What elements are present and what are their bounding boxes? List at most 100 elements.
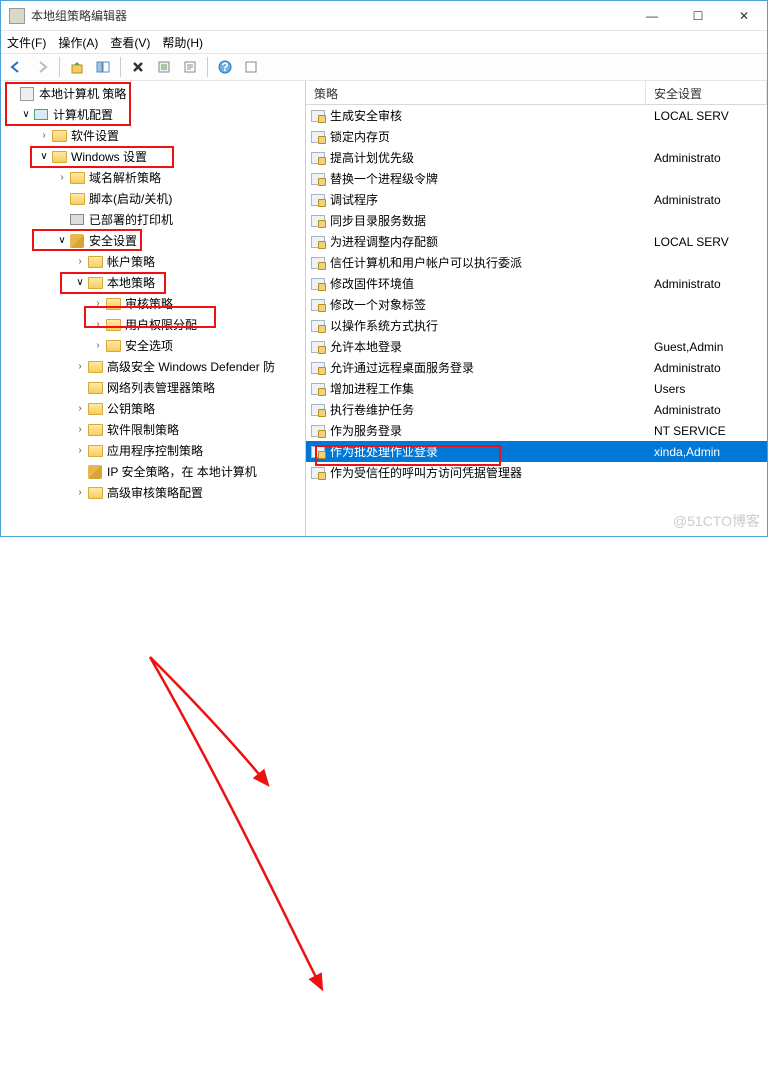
policy-row[interactable]: 为进程调整内存配额LOCAL SERV xyxy=(306,231,767,252)
policy-row[interactable]: 提高计划优先级Administrato xyxy=(306,147,767,168)
policy-row[interactable]: 修改一个对象标签 xyxy=(306,294,767,315)
svg-text:?: ? xyxy=(221,60,228,74)
tree-label: Windows 设置 xyxy=(71,148,147,165)
policy-row[interactable]: 锁定内存页 xyxy=(306,126,767,147)
tree-label: 已部署的打印机 xyxy=(89,211,173,228)
policy-value: LOCAL SERV xyxy=(650,235,767,249)
policy-icon xyxy=(310,297,326,313)
tree-account-policy[interactable]: ›帐户策略 xyxy=(1,251,305,272)
help-button[interactable]: ? xyxy=(214,56,236,78)
policy-icon xyxy=(310,255,326,271)
tree-computer-config[interactable]: ∨计算机配置 xyxy=(1,104,305,125)
policy-name: 允许通过远程桌面服务登录 xyxy=(330,359,650,376)
tree-label: 网络列表管理器策略 xyxy=(107,379,215,396)
policy-value: Administrato xyxy=(650,151,767,165)
policy-value: Administrato xyxy=(650,361,767,375)
policy-row[interactable]: 以操作系统方式执行 xyxy=(306,315,767,336)
column-setting[interactable]: 安全设置 xyxy=(646,81,767,104)
policy-icon xyxy=(310,213,326,229)
tree-dns-policy[interactable]: ›域名解析策略 xyxy=(1,167,305,188)
policy-value: LOCAL SERV xyxy=(650,109,767,123)
policy-icon xyxy=(310,108,326,124)
tree-app-control[interactable]: ›应用程序控制策略 xyxy=(1,440,305,461)
tree-ip-security[interactable]: IP 安全策略，在 本地计算机 xyxy=(1,461,305,482)
policy-row[interactable]: 执行卷维护任务Administrato xyxy=(306,399,767,420)
policy-row[interactable]: 增加进程工作集Users xyxy=(306,378,767,399)
policy-icon xyxy=(310,318,326,334)
maximize-button[interactable]: ☐ xyxy=(675,1,721,30)
column-policy[interactable]: 策略 xyxy=(306,81,646,104)
policy-row[interactable]: 作为服务登录NT SERVICE xyxy=(306,420,767,441)
policy-icon xyxy=(310,234,326,250)
policy-row[interactable]: 信任计算机和用户帐户可以执行委派 xyxy=(306,252,767,273)
tree-audit-policy[interactable]: ›审核策略 xyxy=(1,293,305,314)
watermark: @51CTO博客 xyxy=(673,511,760,531)
policy-icon xyxy=(310,423,326,439)
close-button[interactable]: ✕ xyxy=(721,1,767,30)
list-header: 策略 安全设置 xyxy=(306,81,767,105)
policy-name: 生成安全审核 xyxy=(330,107,650,124)
properties-button[interactable] xyxy=(179,56,201,78)
export-button[interactable] xyxy=(153,56,175,78)
tree-software-settings[interactable]: ›软件设置 xyxy=(1,125,305,146)
policy-name: 修改一个对象标签 xyxy=(330,296,650,313)
policy-icon xyxy=(310,192,326,208)
tree-security-options[interactable]: ›安全选项 xyxy=(1,335,305,356)
policy-row[interactable]: 调试程序Administrato xyxy=(306,189,767,210)
delete-button[interactable] xyxy=(127,56,149,78)
tree-software-restrict[interactable]: ›软件限制策略 xyxy=(1,419,305,440)
tree-network-list[interactable]: 网络列表管理器策略 xyxy=(1,377,305,398)
tree-security-settings[interactable]: ∨安全设置 xyxy=(1,230,305,251)
back-button[interactable] xyxy=(5,56,27,78)
policy-row[interactable]: 替换一个进程级令牌 xyxy=(306,168,767,189)
titlebar: 本地组策略编辑器 — ☐ ✕ xyxy=(1,1,767,31)
policy-icon xyxy=(310,276,326,292)
policy-row[interactable]: 同步目录服务数据 xyxy=(306,210,767,231)
tree-label: 审核策略 xyxy=(125,295,173,312)
policy-value: NT SERVICE xyxy=(650,424,767,438)
policy-icon xyxy=(310,339,326,355)
menu-action[interactable]: 操作(A) xyxy=(58,34,98,51)
tree-label: 高级审核策略配置 xyxy=(107,484,203,501)
policy-list-pane[interactable]: 策略 安全设置 生成安全审核LOCAL SERV锁定内存页提高计划优先级Admi… xyxy=(306,81,767,536)
tree-scripts[interactable]: 脚本(启动/关机) xyxy=(1,188,305,209)
policy-row[interactable]: 允许通过远程桌面服务登录Administrato xyxy=(306,357,767,378)
menu-file[interactable]: 文件(F) xyxy=(7,34,46,51)
policy-row[interactable]: 允许本地登录Guest,Admin xyxy=(306,336,767,357)
tree-label: 安全选项 xyxy=(125,337,173,354)
tree-pane[interactable]: 本地计算机 策略 ∨计算机配置 ›软件设置 ∨Windows 设置 ›域名解析策… xyxy=(1,81,306,536)
policy-name: 作为服务登录 xyxy=(330,422,650,439)
window-title: 本地组策略编辑器 xyxy=(31,7,629,24)
tree-public-key[interactable]: ›公钥策略 xyxy=(1,398,305,419)
forward-button[interactable] xyxy=(31,56,53,78)
policy-name: 作为受信任的呼叫方访问凭据管理器 xyxy=(330,464,650,481)
toolbar-separator xyxy=(59,57,60,77)
show-tree-button[interactable] xyxy=(92,56,114,78)
menu-view[interactable]: 查看(V) xyxy=(110,34,150,51)
menu-help[interactable]: 帮助(H) xyxy=(162,34,203,51)
tree-advanced-audit[interactable]: ›高级审核策略配置 xyxy=(1,482,305,503)
policy-value: Administrato xyxy=(650,277,767,291)
tree-label: 公钥策略 xyxy=(107,400,155,417)
policy-name: 锁定内存页 xyxy=(330,128,650,145)
policy-row[interactable]: 生成安全审核LOCAL SERV xyxy=(306,105,767,126)
annotation-arrow xyxy=(0,537,768,1074)
policy-name: 为进程调整内存配额 xyxy=(330,233,650,250)
tree-label: 本地策略 xyxy=(107,274,155,291)
tree-user-rights[interactable]: ›用户权限分配 xyxy=(1,314,305,335)
refresh-button[interactable] xyxy=(240,56,262,78)
tree-label: 脚本(启动/关机) xyxy=(89,190,172,207)
tree-root[interactable]: 本地计算机 策略 xyxy=(1,83,305,104)
policy-name: 同步目录服务数据 xyxy=(330,212,650,229)
tree-local-policy[interactable]: ∨本地策略 xyxy=(1,272,305,293)
policy-row[interactable]: 作为受信任的呼叫方访问凭据管理器 xyxy=(306,462,767,483)
minimize-button[interactable]: — xyxy=(629,1,675,30)
policy-row[interactable]: 作为批处理作业登录xinda,Admin xyxy=(306,441,767,462)
tree-defender[interactable]: ›高级安全 Windows Defender 防 xyxy=(1,356,305,377)
policy-row[interactable]: 修改固件环境值Administrato xyxy=(306,273,767,294)
tree-printers[interactable]: 已部署的打印机 xyxy=(1,209,305,230)
policy-name: 替换一个进程级令牌 xyxy=(330,170,650,187)
up-button[interactable] xyxy=(66,56,88,78)
toolbar-separator xyxy=(120,57,121,77)
tree-windows-settings[interactable]: ∨Windows 设置 xyxy=(1,146,305,167)
